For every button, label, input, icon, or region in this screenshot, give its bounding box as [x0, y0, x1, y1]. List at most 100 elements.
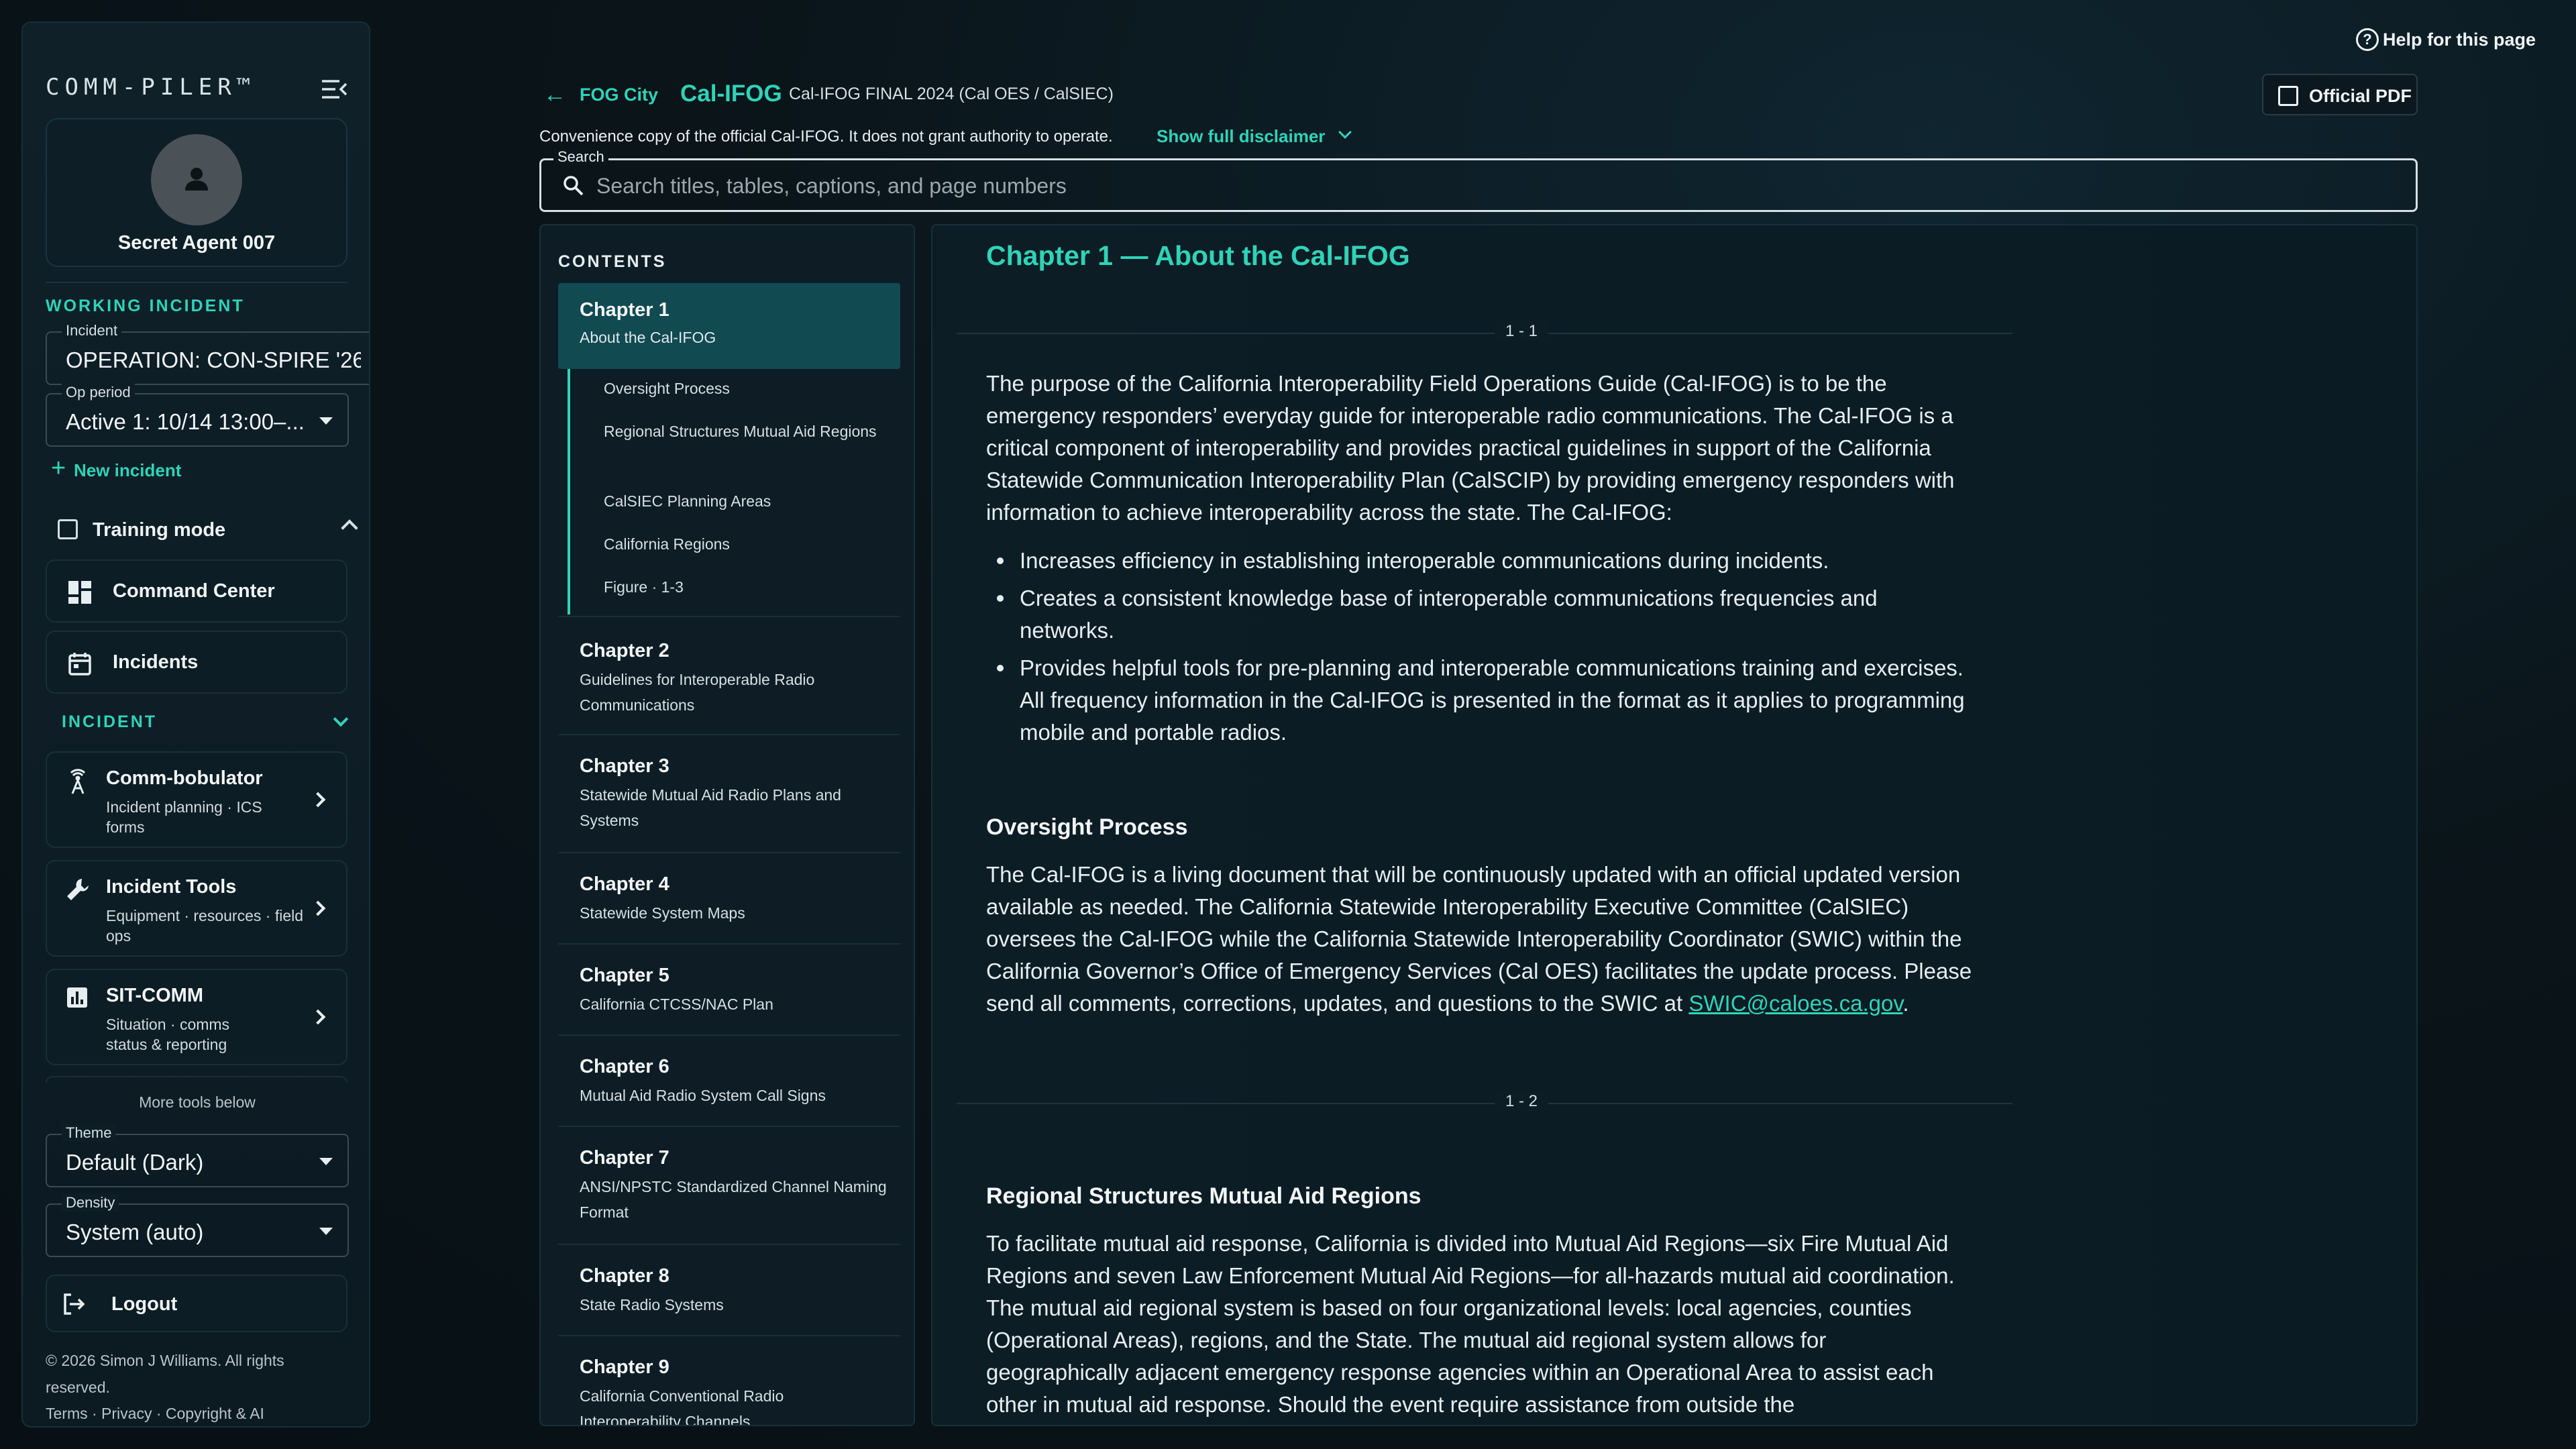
chapter-title: Chapter 7: [580, 1147, 669, 1169]
footer-links[interactable]: Terms · Privacy · Copyright & AI: [46, 1405, 264, 1423]
document-viewer: Chapter 1 — About the Cal-IFOG 1 - 1 The…: [931, 224, 2418, 1426]
app-logo: COMM-PILER™: [46, 74, 256, 101]
chapter-subtitle: State Radio Systems: [580, 1296, 724, 1313]
list-item: Increases efficiency in establishing int…: [986, 545, 1972, 577]
search-icon: [561, 174, 586, 198]
sidebar: COMM-PILER™ Secret Agent 007 WORKING INC…: [21, 21, 370, 1428]
section-link[interactable]: Oversight Process: [604, 376, 885, 401]
tool-comm-bobulator[interactable]: Comm-bobulator Incident planning · ICS f…: [46, 751, 347, 848]
scroll-hint-edge: [46, 1076, 347, 1083]
intro-paragraph: The purpose of the California Interopera…: [986, 371, 1955, 525]
official-pdf-label: Official PDF: [2309, 86, 2412, 106]
wrench-icon: [64, 876, 91, 903]
section-heading: Regional Structures Mutual Aid Regions: [986, 1183, 1421, 1209]
op-period-select[interactable]: Op period Active 1: 10/14 13:00–...: [46, 384, 349, 447]
training-mode-checkbox[interactable]: [58, 519, 78, 539]
section-link[interactable]: Figure · 1-3: [604, 574, 885, 600]
list-item: Provides helpful tools for pre-planning …: [986, 652, 1972, 749]
section-link[interactable]: Regional Structures Mutual Aid Regions: [604, 419, 885, 444]
density-select[interactable]: Density System (auto): [46, 1194, 349, 1257]
working-incident-label: WORKING INCIDENT: [46, 297, 245, 315]
tool-title: SIT-COMM: [106, 985, 203, 1006]
bar-chart-icon: [64, 985, 91, 1012]
section-link[interactable]: CalSIEC Planning Areas: [604, 488, 885, 514]
chapter-item-8[interactable]: Chapter 8 State Radio Systems: [558, 1246, 900, 1336]
incident-select[interactable]: Incident OPERATION: CON-SPIRE '26: [46, 322, 369, 385]
profile-name: Secret Agent 007: [117, 232, 276, 254]
chevron-down-icon[interactable]: [333, 711, 349, 727]
page-title: Cal-IFOG: [680, 80, 782, 107]
chapter-1-sections: Oversight Process Regional Structures Mu…: [568, 369, 900, 614]
op-period-label: Op period: [62, 384, 135, 401]
logout-button[interactable]: Logout: [46, 1275, 347, 1332]
benefits-list: Increases efficiency in establishing int…: [986, 545, 1972, 754]
density-label: Density: [62, 1194, 119, 1212]
tool-subtitle: Equipment · resources · field ops: [106, 907, 304, 945]
help-icon[interactable]: ?: [2356, 28, 2379, 51]
new-incident-button[interactable]: New incident: [74, 460, 181, 481]
logout-label: Logout: [111, 1293, 178, 1315]
profile-card[interactable]: Secret Agent 007: [46, 118, 347, 267]
incident-select-value: OPERATION: CON-SPIRE '26: [66, 347, 361, 372]
section-link[interactable]: California Regions: [604, 531, 885, 557]
chapter-item-1[interactable]: Chapter 1 About the Cal-IFOG: [558, 283, 900, 369]
chapter-item-3[interactable]: Chapter 3 Statewide Mutual Aid Radio Pla…: [558, 737, 900, 853]
regional-paragraph: To facilitate mutual aid response, Calif…: [986, 1231, 1955, 1417]
back-arrow-icon[interactable]: ←: [543, 82, 566, 108]
incident-select-label: Incident: [62, 322, 122, 339]
search-label: Search: [553, 148, 608, 166]
divider: [46, 282, 347, 283]
chevron-right-icon: [310, 900, 326, 916]
chapter-heading: Chapter 1 — About the Cal-IFOG: [986, 240, 1410, 271]
dropdown-caret-icon: [319, 1228, 333, 1235]
chevron-down-icon[interactable]: [1338, 125, 1352, 139]
disclaimer-text: Convenience copy of the official Cal-IFO…: [539, 127, 1113, 146]
chapter-subtitle: Mutual Aid Radio System Call Signs: [580, 1087, 826, 1104]
tool-title: Comm-bobulator: [106, 767, 263, 789]
chevron-up-icon[interactable]: [341, 519, 358, 537]
chapter-item-7[interactable]: Chapter 7 ANSI/NPSTC Standardized Channe…: [558, 1128, 900, 1245]
chapter-title: Chapter 5: [580, 965, 669, 986]
search-placeholder: Search titles, tables, captions, and pag…: [596, 174, 1067, 198]
nav-command-center[interactable]: Command Center: [46, 559, 347, 623]
chapter-item-9[interactable]: Chapter 9 California Conventional Radio …: [558, 1338, 900, 1425]
oversight-paragraph: The Cal-IFOG is a living document that w…: [986, 859, 1972, 1020]
chapter-title: Chapter 2: [580, 640, 669, 661]
official-pdf-button[interactable]: Official PDF: [2262, 74, 2418, 115]
incident-section-header[interactable]: INCIDENT: [62, 712, 157, 732]
chapter-subtitle: Statewide Mutual Aid Radio Plans and Sys…: [580, 786, 841, 829]
chapter-item-2[interactable]: Chapter 2 Guidelines for Interoperable R…: [558, 621, 900, 735]
chapter-item-6[interactable]: Chapter 6 Mutual Aid Radio System Call S…: [558, 1037, 900, 1127]
tool-incident-tools[interactable]: Incident Tools Equipment · resources · f…: [46, 860, 347, 957]
help-link[interactable]: Help for this page: [2383, 30, 2536, 50]
page-break: [957, 333, 2012, 334]
theme-label: Theme: [62, 1124, 116, 1142]
chapter-item-5[interactable]: Chapter 5 California CTCSS/NAC Plan: [558, 946, 900, 1036]
theme-select[interactable]: Theme Default (Dark): [46, 1124, 349, 1187]
dropdown-caret-icon: [319, 1158, 333, 1165]
sentence-end: .: [1902, 991, 1909, 1016]
page-break: [957, 1103, 2012, 1104]
show-disclaimer-link[interactable]: Show full disclaimer: [1157, 126, 1325, 147]
chapter-title: Chapter 4: [580, 873, 669, 895]
plus-icon: +: [51, 454, 66, 482]
training-mode-label: Training mode: [93, 519, 226, 541]
nav-incidents[interactable]: Incidents: [46, 631, 347, 694]
tool-title: Incident Tools: [106, 876, 237, 898]
copyright-text: © 2026 Simon J Williams. All rights rese…: [46, 1352, 284, 1396]
menu-collapse-icon[interactable]: [321, 78, 347, 102]
chapter-item-4[interactable]: Chapter 4 Statewide System Maps: [558, 855, 900, 945]
avatar: [151, 134, 242, 225]
tool-sit-comm[interactable]: SIT-COMM Situation · comms status & repo…: [46, 969, 347, 1065]
logout-icon: [62, 1292, 86, 1316]
tool-subtitle: Incident planning · ICS forms: [106, 798, 262, 836]
page-number: 1 - 2: [1495, 1092, 1548, 1111]
chapter-subtitle: ANSI/NPSTC Standardized Channel Naming F…: [580, 1178, 887, 1221]
chapter-subtitle: California CTCSS/NAC Plan: [580, 996, 773, 1013]
search-input[interactable]: Search Search titles, tables, captions, …: [539, 148, 2418, 212]
breadcrumb-parent[interactable]: FOG City: [580, 85, 658, 105]
swic-email-link[interactable]: SWIC@caloes.ca.gov: [1688, 991, 1902, 1016]
calendar-icon: [67, 651, 93, 676]
chapter-title: Chapter 8: [580, 1265, 669, 1287]
tool-subtitle: Situation · comms status & reporting: [106, 1016, 230, 1053]
